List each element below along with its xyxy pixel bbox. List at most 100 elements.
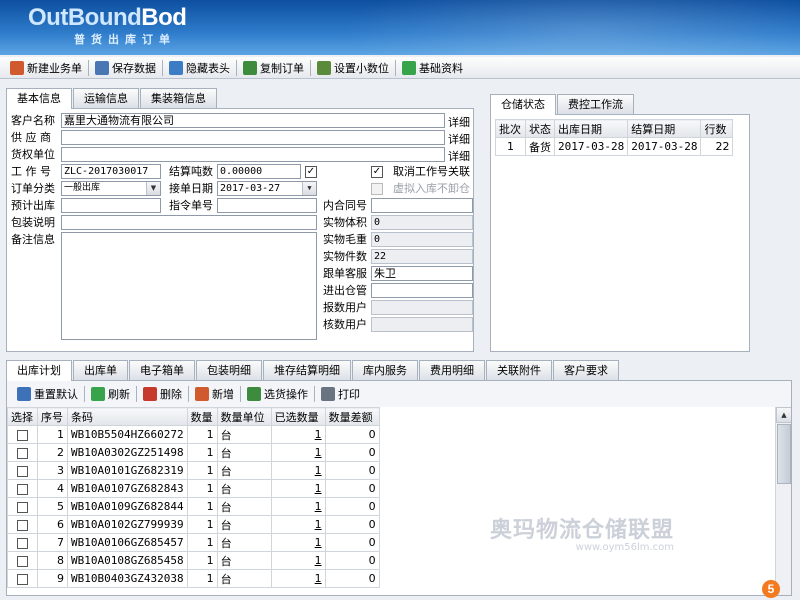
row-checkbox[interactable] xyxy=(17,573,28,585)
tab-detail-7[interactable]: 关联附件 xyxy=(486,360,552,380)
toolbar-button-4[interactable]: 设置小数位 xyxy=(313,58,393,78)
tab-detail-8[interactable]: 客户要求 xyxy=(553,360,619,380)
plan-cell[interactable]: 1 xyxy=(270,551,326,570)
plan-header-cell[interactable]: 已选数量 xyxy=(270,407,326,426)
order-type-select[interactable]: 一般出库 ▼ xyxy=(61,181,161,196)
plan-cell[interactable]: 1 xyxy=(270,497,326,516)
row-checkbox[interactable] xyxy=(17,537,28,549)
plan-row[interactable]: 9 WB10B0403GZ432038 1 台 1 0 xyxy=(7,569,380,588)
toolbar-button-1[interactable]: 保存数据 xyxy=(91,58,160,78)
toolbar-button-3[interactable]: 复制订单 xyxy=(239,58,308,78)
select-cell[interactable] xyxy=(7,569,38,588)
tab-status-0[interactable]: 仓储状态 xyxy=(490,94,556,115)
select-cell[interactable] xyxy=(7,533,38,552)
plan-header-cell[interactable]: 序号 xyxy=(37,407,68,426)
tab-status-1[interactable]: 费控工作流 xyxy=(557,94,634,114)
plan-cell[interactable]: 1 xyxy=(270,479,326,498)
row-checkbox[interactable] xyxy=(17,447,28,459)
scroll-thumb[interactable] xyxy=(777,424,791,484)
select-cell[interactable] xyxy=(7,551,38,570)
row-checkbox[interactable] xyxy=(17,555,28,567)
owner-detail-link[interactable]: 详细 xyxy=(448,148,470,164)
remark-textarea[interactable] xyxy=(61,232,317,340)
row-checkbox[interactable] xyxy=(17,501,28,513)
receive-date-field[interactable]: 2017-03-27 ▼ xyxy=(217,181,317,196)
order-no-field[interactable] xyxy=(217,198,317,213)
tab-info-0[interactable]: 基本信息 xyxy=(6,88,72,109)
status-header-cell[interactable]: 出库日期 xyxy=(553,119,629,138)
select-cell[interactable] xyxy=(7,461,38,480)
toolbar-button-0[interactable]: 新建业务单 xyxy=(6,58,86,78)
chevron-down-icon[interactable]: ▼ xyxy=(302,182,316,195)
plan-header-cell[interactable]: 选择 xyxy=(7,407,38,426)
plan-row[interactable]: 5 WB10A0109GZ682844 1 台 1 0 xyxy=(7,497,380,516)
plan-row[interactable]: 2 WB10A0302GZ251498 1 台 1 0 xyxy=(7,443,380,462)
plan-toolbar-button-0[interactable]: 重置默认 xyxy=(13,384,82,404)
chevron-down-icon[interactable]: ▼ xyxy=(146,182,160,195)
tab-info-1[interactable]: 运输信息 xyxy=(73,88,139,108)
supplier-detail-link[interactable]: 详细 xyxy=(448,131,470,147)
toolbar-button-5[interactable]: 基础资料 xyxy=(398,58,467,78)
plan-cell[interactable]: 1 xyxy=(270,569,326,588)
customer-detail-link[interactable]: 详细 xyxy=(448,114,470,130)
plan-cell[interactable]: 1 xyxy=(270,533,326,552)
tab-detail-5[interactable]: 库内服务 xyxy=(352,360,418,380)
status-header-cell[interactable]: 结算日期 xyxy=(627,119,702,138)
row-checkbox[interactable] xyxy=(17,429,28,441)
job-no-field[interactable]: ZLC-2017030017 xyxy=(61,164,161,179)
plan-header-cell[interactable]: 数量差额 xyxy=(324,407,380,426)
plan-toolbar-button-5[interactable]: 打印 xyxy=(317,384,364,404)
select-cell[interactable] xyxy=(7,425,38,444)
plan-row[interactable]: 1 WB10B5504HZ660272 1 台 1 0 xyxy=(7,425,380,444)
plan-cell[interactable]: 1 xyxy=(270,425,326,444)
cancel-link-checkbox[interactable]: ✓ xyxy=(371,166,383,178)
row-checkbox[interactable] xyxy=(17,465,28,477)
plan-row[interactable]: 6 WB10A0102GZ799939 1 台 1 0 xyxy=(7,515,380,534)
plan-toolbar-button-1[interactable]: 刷新 xyxy=(87,384,134,404)
row-checkbox[interactable] xyxy=(17,519,28,531)
sogou-badge[interactable]: 5 xyxy=(762,580,780,598)
plan-cell[interactable]: 1 xyxy=(270,443,326,462)
settle-ton-checkbox[interactable]: ✓ xyxy=(305,166,317,178)
status-header-cell[interactable]: 状态 xyxy=(525,119,555,138)
virtual-checkbox[interactable] xyxy=(371,183,383,195)
row-checkbox[interactable] xyxy=(17,483,28,495)
plan-cell[interactable]: 1 xyxy=(270,515,326,534)
settle-ton-field[interactable]: 0.00000 xyxy=(217,164,301,179)
plan-header-cell[interactable]: 数量 xyxy=(186,407,218,426)
plan-row[interactable]: 4 WB10A0107GZ682843 1 台 1 0 xyxy=(7,479,380,498)
plan-row[interactable]: 3 WB10A0101GZ682319 1 台 1 0 xyxy=(7,461,380,480)
plan-toolbar-button-4[interactable]: 选货操作 xyxy=(243,384,312,404)
owner-field[interactable] xyxy=(61,147,445,162)
select-cell[interactable] xyxy=(7,515,38,534)
tab-info-2[interactable]: 集装箱信息 xyxy=(140,88,217,108)
plan-header-cell[interactable]: 数量单位 xyxy=(216,407,272,426)
tab-detail-1[interactable]: 出库单 xyxy=(73,360,128,380)
warehouse-field[interactable] xyxy=(371,283,473,298)
tab-detail-6[interactable]: 费用明细 xyxy=(419,360,485,380)
plan-cell[interactable]: 1 xyxy=(270,461,326,480)
toolbar-button-2[interactable]: 隐藏表头 xyxy=(165,58,234,78)
select-cell[interactable] xyxy=(7,479,38,498)
follower-field[interactable]: 朱卫 xyxy=(371,266,473,281)
supplier-field[interactable] xyxy=(61,130,445,145)
select-cell[interactable] xyxy=(7,497,38,516)
tab-detail-2[interactable]: 电子箱单 xyxy=(129,360,195,380)
select-cell[interactable] xyxy=(7,443,38,462)
plan-scrollbar[interactable]: ▲ xyxy=(775,407,791,595)
plan-toolbar-button-3[interactable]: 新增 xyxy=(191,384,238,404)
tab-detail-3[interactable]: 包装明细 xyxy=(196,360,262,380)
plan-row[interactable]: 8 WB10A0108GZ685458 1 台 1 0 xyxy=(7,551,380,570)
plan-out-field[interactable] xyxy=(61,198,161,213)
status-row[interactable]: 1 备货 2017-03-28 2017-03-28 22 xyxy=(495,137,734,156)
pack-desc-field[interactable] xyxy=(61,215,317,230)
plan-toolbar-button-2[interactable]: 删除 xyxy=(139,384,186,404)
scroll-up-icon[interactable]: ▲ xyxy=(776,407,791,423)
plan-header-cell[interactable]: 条码 xyxy=(67,407,188,426)
status-header-cell[interactable]: 行数 xyxy=(700,119,734,138)
tab-detail-0[interactable]: 出库计划 xyxy=(6,360,72,381)
plan-row[interactable]: 7 WB10A0106GZ685457 1 台 1 0 xyxy=(7,533,380,552)
status-header-cell[interactable]: 批次 xyxy=(495,119,526,138)
tab-detail-4[interactable]: 堆存结算明细 xyxy=(263,360,351,380)
customer-field[interactable]: 嘉里大通物流有限公司 xyxy=(61,113,445,128)
